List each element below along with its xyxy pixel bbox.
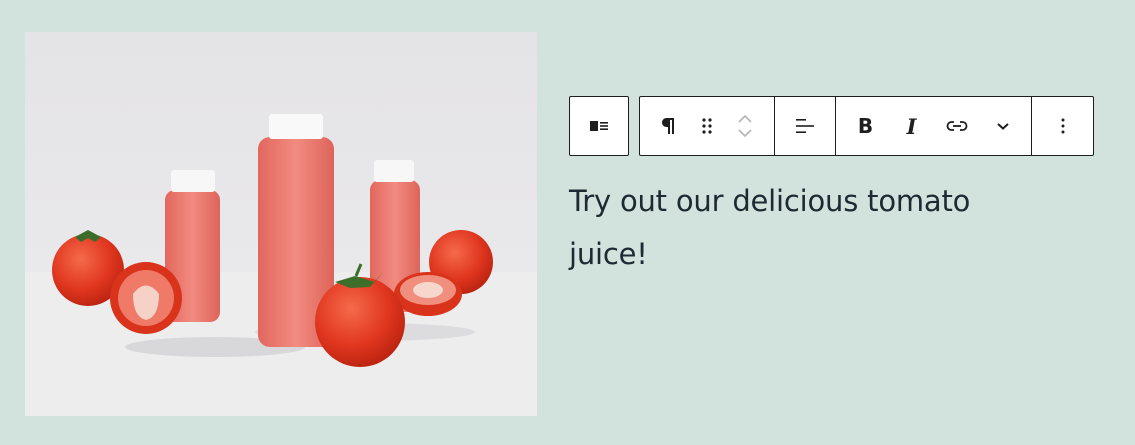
format-segment: B I [836,97,1032,155]
more-vertical-icon [1061,118,1064,134]
drag-handle-icon [702,118,712,134]
block-switcher-group [569,96,629,156]
media-text-button[interactable] [570,97,628,155]
italic-label: I [906,113,917,139]
more-formats-button[interactable] [980,97,1026,155]
media-image[interactable] [25,32,537,416]
block-type-segment [640,97,775,155]
alignment-segment [775,97,836,155]
bold-button[interactable]: B [842,97,890,155]
move-down-button[interactable] [735,126,755,140]
align-button[interactable] [775,97,835,155]
mover-controls [717,112,773,140]
chevron-up-icon [738,114,752,123]
link-icon [946,121,967,131]
chevron-down-icon [738,129,752,138]
paragraph-button[interactable] [641,97,697,155]
align-left-icon [796,119,814,133]
move-up-button[interactable] [735,112,755,126]
paragraph-icon [662,118,674,134]
italic-button[interactable]: I [890,97,934,155]
link-button[interactable] [934,97,980,155]
bold-label: B [857,114,874,138]
drag-handle[interactable] [697,97,717,155]
options-segment [1032,97,1093,155]
options-button[interactable] [1033,97,1093,155]
tomato-juice-photo [25,32,537,416]
block-controls-group: B I [639,96,1094,156]
paragraph-text[interactable]: Try out our delicious tomato juice! [569,175,989,281]
chevron-down-icon [996,123,1009,130]
media-text-icon [590,121,608,131]
